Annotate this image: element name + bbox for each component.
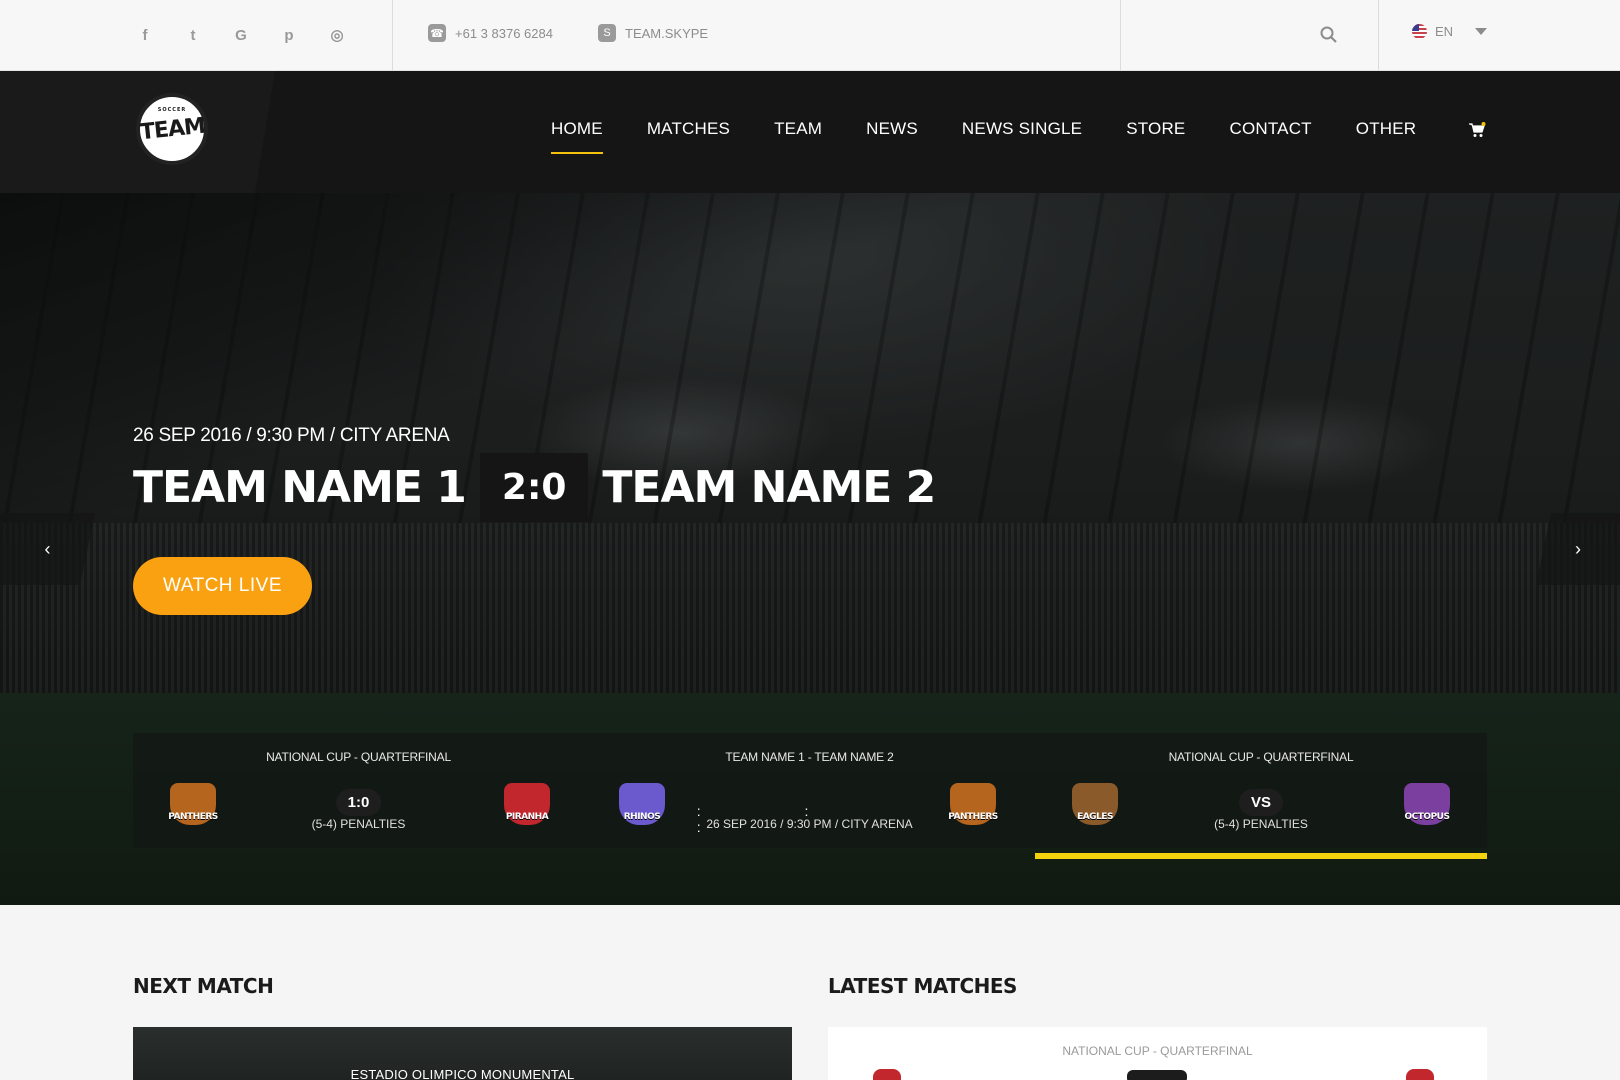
match-headline: TEAM NAME 1 2:0 TEAM NAME 2 — [133, 453, 936, 522]
nav-contact[interactable]: CONTACT — [1229, 119, 1311, 139]
hero-slider: 26 SEP 2016 / 9:30 PM / CITY ARENA TEAM … — [0, 193, 1620, 905]
chevron-right-icon: › — [1575, 538, 1581, 559]
ticker-score: 1:0 — [335, 789, 382, 816]
ticker-sub: (5-4) PENALTIES — [1214, 817, 1308, 831]
social-links: f t G p ◎ — [132, 22, 350, 48]
language-label: EN — [1435, 24, 1454, 39]
team-2-name: TEAM NAME 2 — [602, 462, 936, 513]
pinterest-icon[interactable]: p — [276, 22, 302, 48]
watch-live-button[interactable]: WATCH LIVE — [133, 557, 312, 615]
main-header: SOCCER TEAM HOME MATCHES TEAM NEWS NEWS … — [0, 71, 1620, 193]
ticker-title: NATIONAL CUP - QUARTERFINAL — [1168, 750, 1354, 764]
language-selector[interactable]: EN — [1412, 24, 1488, 39]
logo-subtext: SOCCER — [157, 107, 187, 113]
ticker-sub: 26 SEP 2016 / 9:30 PM / CITY ARENA — [706, 817, 913, 831]
ticker-score: VS — [1238, 789, 1284, 816]
us-flag-icon — [1412, 24, 1427, 39]
team-1-name: TEAM NAME 1 — [133, 462, 467, 513]
team-badge-icon — [873, 1069, 901, 1080]
skype-name: TEAM.SKYPE — [625, 25, 709, 41]
team-logo[interactable]: SOCCER TEAM — [136, 93, 208, 165]
skype-icon: S — [598, 24, 616, 42]
ticker-progress-bar — [1035, 853, 1487, 859]
divider — [392, 0, 393, 70]
facebook-icon[interactable]: f — [132, 22, 158, 48]
nav-matches[interactable]: MATCHES — [647, 119, 730, 139]
latest-match-card[interactable]: NATIONAL CUP - QUARTERFINAL — [828, 1027, 1487, 1080]
twitter-icon[interactable]: t — [180, 22, 206, 48]
chevron-left-icon: ‹ — [44, 538, 51, 559]
divider — [1378, 0, 1379, 70]
ticker-match[interactable]: NATIONAL CUP - QUARTERFINAL EAGLES VS OC… — [1035, 733, 1487, 848]
phone-icon: ☎ — [428, 24, 446, 42]
main-nav: HOME MATCHES TEAM NEWS NEWS SINGLE STORE… — [551, 119, 1417, 154]
google-icon[interactable]: G — [228, 22, 254, 48]
slider-prev-button[interactable]: ‹ — [0, 513, 95, 585]
top-bar: f t G p ◎ ☎ +61 3 8376 6284 S TEAM.SKYPE… — [0, 0, 1620, 71]
instagram-icon[interactable]: ◎ — [324, 22, 350, 48]
chevron-down-icon — [1475, 28, 1488, 35]
search-icon[interactable] — [1318, 24, 1340, 46]
latest-matches-heading: LATEST MATCHES — [828, 974, 1017, 998]
next-match-venue: ESTADIO OLIMPICO MONUMENTAL — [350, 1067, 575, 1080]
next-match-heading: NEXT MATCH — [133, 974, 274, 998]
match-meta: 26 SEP 2016 / 9:30 PM / CITY ARENA — [133, 425, 450, 446]
nav-news[interactable]: NEWS — [866, 119, 918, 139]
ticker-match[interactable]: TEAM NAME 1 - TEAM NAME 2 RHINOS : : : P… — [584, 733, 1035, 848]
latest-match-title: NATIONAL CUP - QUARTERFINAL — [1062, 1044, 1253, 1058]
nav-news-single[interactable]: NEWS SINGLE — [962, 119, 1082, 139]
match-score: 2:0 — [479, 453, 589, 522]
nav-store[interactable]: STORE — [1126, 119, 1185, 139]
ticker-title: NATIONAL CUP - QUARTERFINAL — [266, 750, 451, 764]
match-ticker: NATIONAL CUP - QUARTERFINAL PANTHERS 1:0… — [133, 733, 1487, 848]
next-match-card[interactable]: ESTADIO OLIMPICO MONUMENTAL — [133, 1027, 792, 1080]
phone-contact[interactable]: ☎ +61 3 8376 6284 — [428, 24, 553, 42]
logo-text: TEAM — [138, 113, 206, 145]
nav-other[interactable]: OTHER — [1356, 119, 1417, 139]
ticker-title: TEAM NAME 1 - TEAM NAME 2 — [725, 750, 894, 764]
skype-contact[interactable]: S TEAM.SKYPE — [598, 24, 708, 42]
nav-team[interactable]: TEAM — [774, 119, 822, 139]
nav-home[interactable]: HOME — [551, 119, 603, 154]
divider — [1120, 0, 1121, 70]
cart-icon[interactable] — [1468, 122, 1486, 138]
ticker-sub: (5-4) PENALTIES — [311, 817, 406, 831]
team-badge-icon — [1406, 1069, 1434, 1080]
ticker-match[interactable]: NATIONAL CUP - QUARTERFINAL PANTHERS 1:0… — [133, 733, 584, 848]
phone-number: +61 3 8376 6284 — [455, 25, 553, 41]
latest-match-score — [1127, 1070, 1187, 1080]
